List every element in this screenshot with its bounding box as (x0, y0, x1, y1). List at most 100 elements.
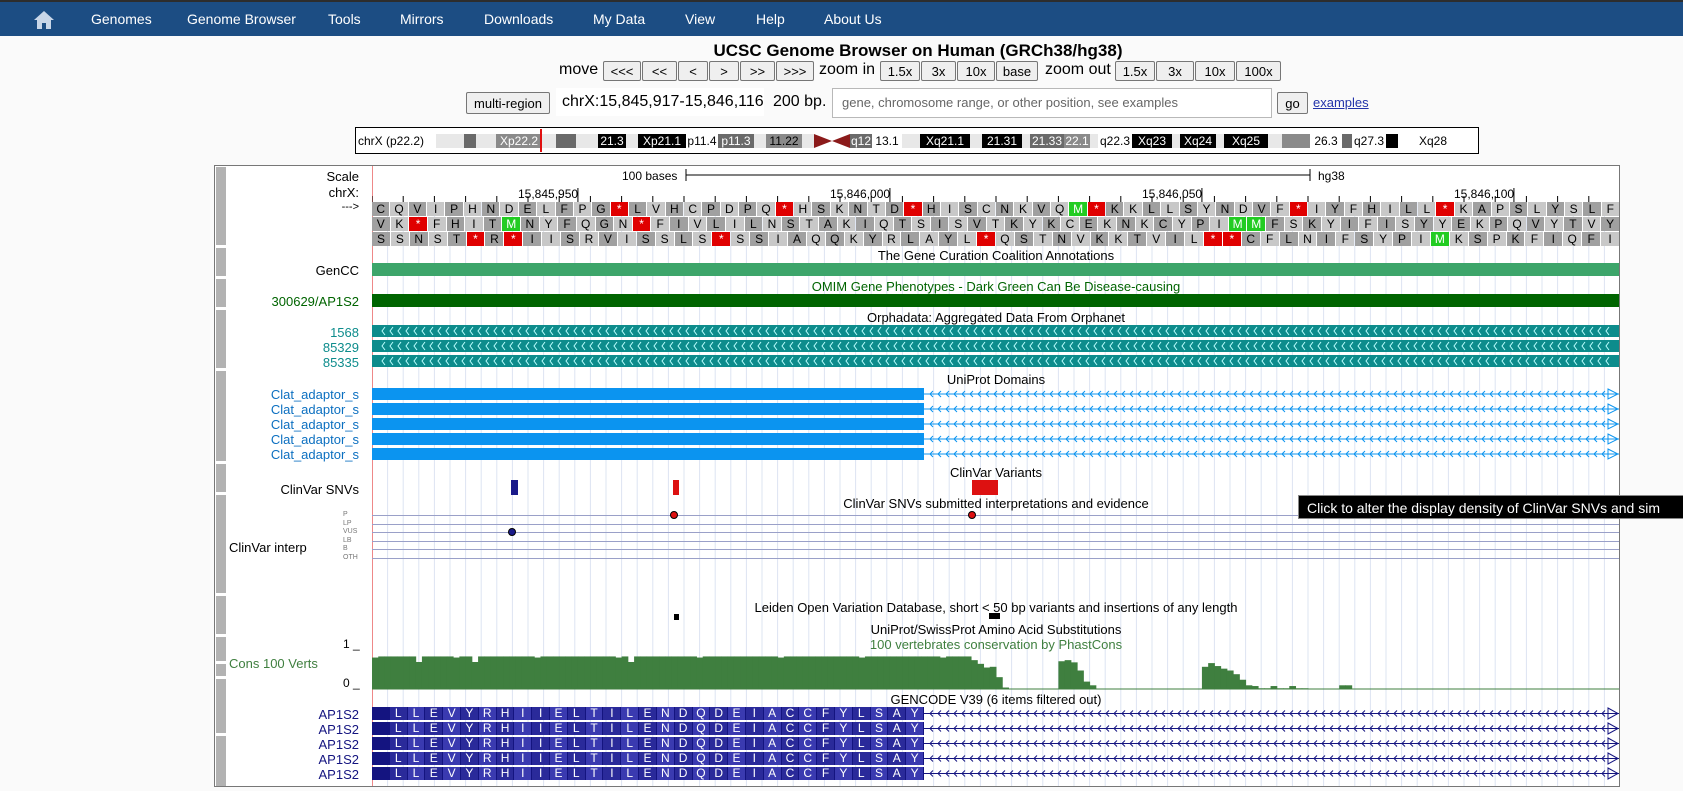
lovd-variant[interactable] (674, 614, 679, 620)
orphadata-label[interactable]: 1568 (229, 325, 359, 340)
uniprot-domain-feature[interactable] (372, 418, 924, 430)
zoom-in-1-5x-button[interactable]: 1.5x (880, 61, 920, 81)
gencode-intron[interactable] (924, 752, 1620, 765)
menu-view[interactable]: View (685, 11, 715, 27)
amino-acid-cell: D (720, 202, 739, 216)
go-button[interactable]: go (1277, 92, 1308, 114)
track-drag-handle[interactable] (215, 278, 227, 308)
cons-track-label[interactable]: Cons 100 Verts (229, 656, 318, 671)
menu-downloads[interactable]: Downloads (484, 11, 553, 27)
uniprot-domain-label[interactable]: Clat_adaptor_s (229, 417, 359, 432)
home-icon[interactable] (33, 10, 55, 30)
conservation-wiggle[interactable] (372, 638, 1620, 690)
lovd-variant[interactable] (989, 613, 1000, 619)
amino-acid-cell: F (1601, 202, 1619, 216)
examples-link[interactable]: examples (1313, 95, 1369, 110)
track-drag-handle[interactable] (215, 735, 227, 786)
uniprot-domain-label[interactable]: Clat_adaptor_s (229, 387, 359, 402)
omim-track-label[interactable]: 300629/AP1S2 (229, 294, 359, 309)
gencode-amino-acid: I (745, 722, 763, 735)
omim-feature[interactable] (372, 294, 1619, 307)
gencode-intron[interactable] (924, 767, 1620, 780)
orphadata-feature[interactable] (372, 355, 1619, 367)
gencode-amino-acid: C (799, 752, 817, 765)
move-far-right-button[interactable]: >>> (776, 61, 814, 81)
interp-point[interactable] (670, 511, 678, 519)
zoom-in-10x-button[interactable]: 10x (957, 61, 995, 81)
move-slight-left-button[interactable]: < (678, 61, 708, 81)
menu-genome-browser[interactable]: Genome Browser (187, 11, 296, 27)
gencode-amino-acid: L (389, 722, 407, 735)
track-drag-handle[interactable] (215, 370, 227, 462)
track-drag-handle[interactable] (215, 463, 227, 493)
amino-acid-cell: F (1271, 202, 1289, 216)
track-drag-handle[interactable] (215, 247, 227, 277)
zoom-base-button[interactable]: base (996, 61, 1038, 81)
zoom-out-3x-button[interactable]: 3x (1156, 61, 1194, 81)
amino-acid-cell: N (614, 217, 632, 231)
track-drag-handle[interactable] (215, 678, 227, 734)
clinvar-variant[interactable] (972, 480, 998, 495)
track-drag-handle[interactable] (215, 166, 227, 246)
orphadata-feature[interactable] (372, 325, 1619, 337)
gencode-transcript-label[interactable]: AP1S2 (229, 707, 359, 722)
zoom-in-3x-button[interactable]: 3x (921, 61, 956, 81)
clinvar-variant[interactable] (511, 480, 518, 495)
track-drag-handle[interactable] (215, 309, 227, 369)
clinvar-variant[interactable] (673, 480, 679, 495)
move-slight-right-button[interactable]: > (709, 61, 739, 81)
gencode-intron[interactable] (924, 722, 1620, 735)
uniprot-domain-feature[interactable] (372, 403, 924, 415)
uniprot-domain-label[interactable]: Clat_adaptor_s (229, 447, 359, 462)
menu-help[interactable]: Help (756, 11, 785, 27)
gencode-transcript-label[interactable]: AP1S2 (229, 752, 359, 767)
uniprot-domain-label[interactable]: Clat_adaptor_s (229, 432, 359, 447)
menu-about-us[interactable]: About Us (824, 11, 882, 27)
interp-point[interactable] (508, 528, 516, 536)
menu-tools[interactable]: Tools (328, 11, 361, 27)
gencc-track-label[interactable]: GenCC (229, 263, 359, 278)
uniprot-domain-intron[interactable] (924, 403, 1620, 415)
zoom-out-10x-button[interactable]: 10x (1195, 61, 1235, 81)
gencode-amino-acid: R (478, 767, 496, 780)
uniprot-domain-intron[interactable] (924, 418, 1620, 430)
menu-my-data[interactable]: My Data (593, 11, 645, 27)
zoom-out-1-5x-button[interactable]: 1.5x (1115, 61, 1155, 81)
uniprot-domain-feature[interactable] (372, 448, 924, 460)
move-right-button[interactable]: >> (740, 61, 775, 81)
menu-genomes[interactable]: Genomes (91, 11, 152, 27)
gencode-intron[interactable] (924, 737, 1620, 750)
uniprot-domain-label[interactable]: Clat_adaptor_s (229, 402, 359, 417)
multi-region-button[interactable]: multi-region (466, 92, 550, 114)
gencc-feature[interactable] (372, 263, 1619, 276)
search-input[interactable]: gene, chromosome range, or other positio… (832, 88, 1272, 118)
gencode-transcript-label[interactable]: AP1S2 (229, 722, 359, 737)
clinvar-interp-label[interactable]: ClinVar interp (229, 540, 307, 555)
track-drag-handle[interactable] (215, 494, 227, 594)
gencode-intron[interactable] (924, 707, 1620, 720)
amino-acid-cell: M (1069, 202, 1087, 216)
uniprot-domain-feature[interactable] (372, 388, 924, 400)
track-drag-handle[interactable] (215, 636, 227, 662)
move-far-left-button[interactable]: <<< (603, 61, 641, 81)
uniprot-domain-intron[interactable] (924, 433, 1620, 445)
clinvar-snvs-label[interactable]: ClinVar SNVs (229, 482, 359, 497)
gencode-transcript-label[interactable]: AP1S2 (229, 767, 359, 782)
menu-mirrors[interactable]: Mirrors (400, 11, 444, 27)
chromosome-ideogram[interactable]: chrX (p22.2) Xp22.2 21.3 Xp21.1 p11.4 p1… (355, 127, 1479, 154)
orphadata-feature[interactable] (372, 340, 1619, 352)
uniprot-domain-intron[interactable] (924, 448, 1620, 460)
uniprot-domain-intron[interactable] (924, 388, 1620, 400)
ideogram-band: Xp21.1 (638, 134, 686, 148)
move-left-button[interactable]: << (642, 61, 677, 81)
browser-track-image[interactable]: Scale chrX: ---> 100 bases hg38 15,845,9… (214, 165, 1620, 787)
amino-acid-cell: V (1582, 217, 1601, 231)
uniprot-domain-feature[interactable] (372, 433, 924, 445)
orphadata-label[interactable]: 85335 (229, 355, 359, 370)
interp-point[interactable] (968, 511, 976, 519)
orphadata-label[interactable]: 85329 (229, 340, 359, 355)
track-drag-handle[interactable] (215, 663, 227, 677)
gencode-transcript-label[interactable]: AP1S2 (229, 737, 359, 752)
zoom-out-100x-button[interactable]: 100x (1236, 61, 1281, 81)
track-drag-handle[interactable] (215, 595, 227, 635)
